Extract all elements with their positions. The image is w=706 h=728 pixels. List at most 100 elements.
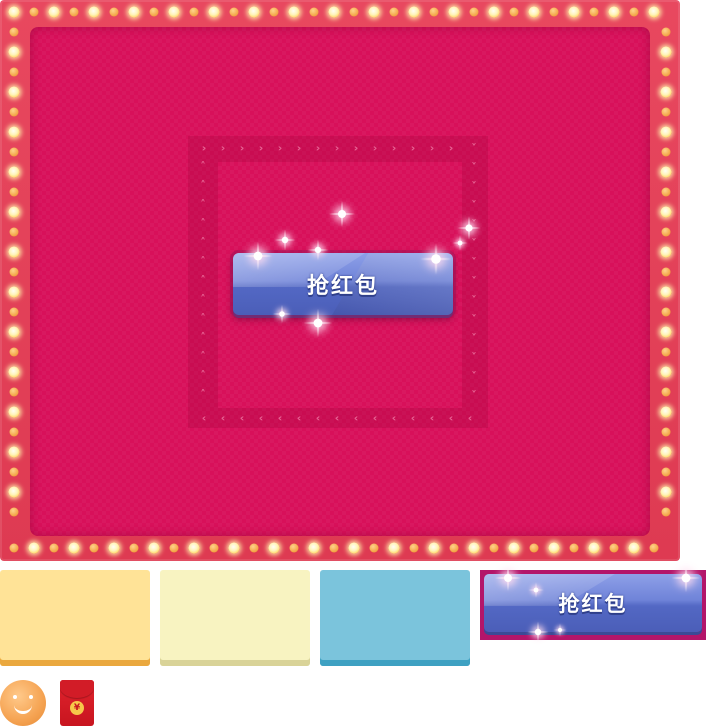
direction-arrow-icon: ˄ — [200, 330, 206, 344]
marquee-bulb-icon — [628, 542, 640, 554]
yuan-coin-icon: ¥ — [70, 701, 84, 715]
direction-arrow-icon: ˅ — [471, 312, 477, 326]
marquee-bulb-icon — [488, 6, 500, 18]
marquee-bulb-icon — [661, 187, 671, 197]
marquee-bulb-icon — [9, 347, 19, 357]
direction-arrow-icon: ˅ — [471, 274, 477, 288]
marquee-bulb-icon — [8, 86, 20, 98]
marquee-bulb-icon — [9, 387, 19, 397]
marquee-bulb-icon — [209, 543, 219, 553]
direction-arrow-icon: ‹ — [467, 411, 473, 425]
direction-arrow-icon: ‹ — [239, 411, 245, 425]
marquee-bulb-icon — [9, 227, 19, 237]
direction-arrow-icon: ˄ — [200, 178, 206, 192]
marquee-bulb-icon — [269, 7, 279, 17]
smiley-eye — [13, 695, 17, 699]
marquee-bulb-icon — [9, 147, 19, 157]
smiley-eye — [29, 695, 33, 699]
marquee-bulb-icon — [588, 542, 600, 554]
marquee-bulb-icon — [661, 347, 671, 357]
marquee-bulb-icon — [468, 542, 480, 554]
marquee-bulb-icon — [660, 406, 672, 418]
red-envelope-icon: ¥ — [60, 680, 94, 726]
direction-arrow-icon: ˄ — [200, 273, 206, 287]
marquee-bulb-icon — [608, 6, 620, 18]
direction-arrow-icon: › — [239, 141, 245, 155]
marquee-bulb-icon — [629, 7, 639, 17]
direction-arrow-icon: ˅ — [471, 198, 477, 212]
marquee-bulb-icon — [409, 543, 419, 553]
marquee-bulb-icon — [648, 6, 660, 18]
marquee-bulb-icon — [429, 7, 439, 17]
marquee-bulb-icon — [8, 406, 20, 418]
direction-arrow-icon: ‹ — [258, 411, 264, 425]
marquee-bulb-icon — [408, 6, 420, 18]
direction-arrow-icon: › — [296, 141, 302, 155]
marquee-bulb-icon — [548, 542, 560, 554]
marquee-bulb-icon — [168, 6, 180, 18]
marquee-bulb-icon — [661, 227, 671, 237]
direction-arrow-icon: › — [448, 141, 454, 155]
marquee-bulb-icon — [660, 46, 672, 58]
marquee-bulb-icon — [329, 543, 339, 553]
marquee-bulb-icon — [569, 543, 579, 553]
marquee-bulb-icon — [9, 187, 19, 197]
marquee-bulb-icon — [388, 542, 400, 554]
marquee-bulb-icon — [89, 543, 99, 553]
marquee-bulb-icon — [148, 542, 160, 554]
marquee-bulb-icon — [9, 107, 19, 117]
direction-arrow-icon: ‹ — [410, 411, 416, 425]
direction-arrow-icon: ‹ — [334, 411, 340, 425]
marquee-bulb-icon — [29, 7, 39, 17]
marquee-bulb-icon — [149, 7, 159, 17]
direction-arrow-icon: › — [315, 141, 321, 155]
marquee-bulb-icon — [660, 126, 672, 138]
marquee-bulb-icon — [9, 27, 19, 37]
grab-red-envelope-button-sprite[interactable]: 抢红包 — [484, 574, 702, 632]
direction-arrow-icon: › — [201, 141, 207, 155]
marquee-bulb-icon — [328, 6, 340, 18]
grab-red-envelope-button[interactable]: 抢红包 — [233, 253, 453, 315]
marquee-bulb-icon — [288, 6, 300, 18]
marquee-bulb-icon — [69, 7, 79, 17]
marquee-bulb-icon — [8, 206, 20, 218]
marquee-bulb-icon — [8, 246, 20, 258]
marquee-bulb-icon — [189, 7, 199, 17]
marquee-bulb-icon — [661, 307, 671, 317]
marquee-bulb-icon — [660, 366, 672, 378]
marquee-bulb-icon — [449, 543, 459, 553]
marquee-bulb-icon — [528, 6, 540, 18]
marquee-bulb-icon — [448, 6, 460, 18]
direction-arrow-icon: ‹ — [220, 411, 226, 425]
direction-arrow-icon: ‹ — [391, 411, 397, 425]
direction-arrow-icon: › — [429, 141, 435, 155]
marquee-bulb-icon — [228, 542, 240, 554]
marquee-bulb-icon — [108, 542, 120, 554]
marquee-bulb-icon — [8, 126, 20, 138]
marquee-bulb-icon — [661, 427, 671, 437]
marquee-bulb-icon — [509, 7, 519, 17]
marquee-bulb-icon — [9, 307, 19, 317]
marquee-bulb-icon — [8, 486, 20, 498]
marquee-bulb-icon — [208, 6, 220, 18]
marquee-bulb-icon — [8, 46, 20, 58]
marquee-bulb-icon — [661, 27, 671, 37]
direction-arrow-icon: ˄ — [200, 292, 206, 306]
direction-arrow-icon: ‹ — [448, 411, 454, 425]
swatch-yellow — [0, 570, 150, 666]
direction-arrow-icon: ˅ — [471, 217, 477, 231]
direction-arrow-icon: ˅ — [471, 293, 477, 307]
marquee-bulb-icon — [289, 543, 299, 553]
direction-arrow-icon: ˅ — [471, 331, 477, 345]
swatch-cream — [160, 570, 310, 666]
direction-arrow-icon: › — [353, 141, 359, 155]
direction-arrow-icon: ˄ — [200, 254, 206, 268]
button-sprite-panel: 抢红包 — [480, 570, 706, 640]
marquee-bulb-icon — [88, 6, 100, 18]
marquee-bulb-icon — [589, 7, 599, 17]
direction-arrow-icon: ‹ — [201, 411, 207, 425]
marquee-bulb-icon — [129, 543, 139, 553]
direction-arrow-icon: ˄ — [200, 216, 206, 230]
direction-arrow-icon: › — [258, 141, 264, 155]
marquee-bulb-icon — [9, 507, 19, 517]
